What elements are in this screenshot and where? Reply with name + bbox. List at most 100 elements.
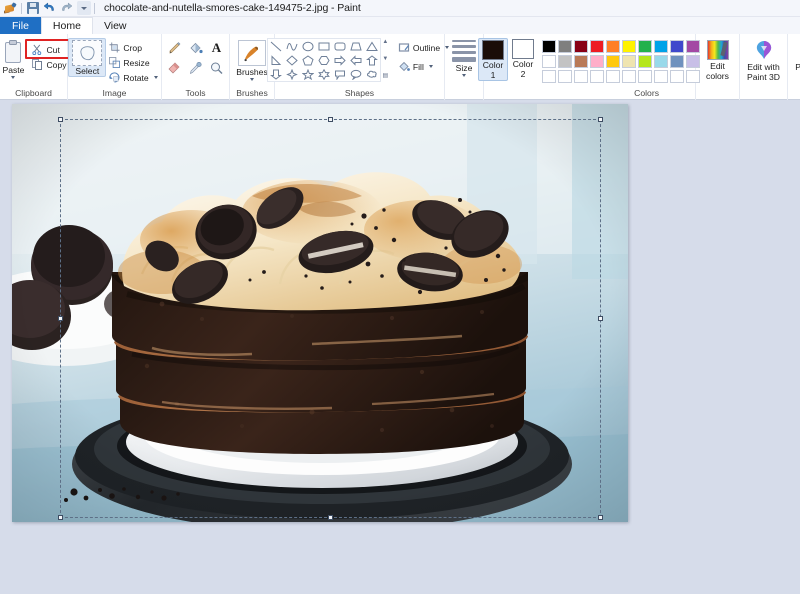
copy-button[interactable]: Copy [29, 57, 69, 72]
palette-swatch-r3-c3[interactable] [574, 70, 588, 83]
tab-home[interactable]: Home [40, 17, 93, 34]
shape-up-arrow[interactable] [364, 53, 380, 67]
select-button[interactable]: Select [68, 38, 107, 77]
fill-with-color-tool[interactable] [185, 38, 206, 58]
pencil-tool[interactable] [164, 38, 185, 58]
shapes-expand-icon[interactable]: ▤ [383, 73, 389, 79]
cut-button[interactable]: Cut [29, 42, 69, 57]
palette-swatch-r1-c4[interactable] [590, 40, 604, 53]
pencil-icon [169, 41, 181, 53]
tab-view[interactable]: View [93, 17, 138, 34]
tab-file[interactable]: File [0, 17, 41, 34]
palette-swatch-r2-c4[interactable] [590, 55, 604, 68]
color2-swatch [512, 39, 534, 59]
image-canvas[interactable] [12, 104, 628, 522]
size-button[interactable]: Size [447, 38, 481, 77]
shape-oval[interactable] [300, 39, 316, 53]
rotate-button[interactable]: Rotate [106, 70, 160, 85]
ribbon-tabs: File Home View [0, 17, 800, 34]
shape-hexagon[interactable] [316, 53, 332, 67]
text-tool[interactable]: A [206, 38, 227, 58]
palette-swatch-r1-c2[interactable] [558, 40, 572, 53]
toolbar-divider [21, 2, 22, 14]
palette-swatch-r2-c1[interactable] [542, 55, 556, 68]
edit-colors-button[interactable]: Edit colors [698, 38, 738, 81]
palette-swatch-r3-c9[interactable] [670, 70, 684, 83]
size-caret-icon[interactable] [462, 74, 466, 77]
color-picker-tool[interactable] [185, 58, 206, 78]
paste-button[interactable]: Paste [0, 38, 29, 79]
shape-rounded-rectangle[interactable] [332, 39, 348, 53]
palette-swatch-r2-c7[interactable] [638, 55, 652, 68]
palette-swatch-r1-c1[interactable] [542, 40, 556, 53]
palette-swatch-r3-c2[interactable] [558, 70, 572, 83]
paint-app-icon[interactable] [2, 0, 19, 16]
shape-rounded-rectangular-callout[interactable] [332, 67, 348, 81]
shape-polygon[interactable] [348, 39, 364, 53]
shape-five-point-star[interactable] [300, 67, 316, 81]
fill-caret-icon[interactable] [428, 65, 433, 68]
fill-button[interactable]: Fill [395, 59, 452, 74]
palette-swatch-r3-c5[interactable] [606, 70, 620, 83]
edit-with-paint3d-button[interactable]: Edit with Paint 3D [741, 38, 787, 82]
shape-oval-callout[interactable] [348, 67, 364, 81]
palette-swatch-r1-c5[interactable] [606, 40, 620, 53]
shapes-scroll-up-icon[interactable]: ▲ [382, 39, 388, 45]
resize-button[interactable]: Resize [106, 55, 160, 70]
palette-swatch-r3-c1[interactable] [542, 70, 556, 83]
palette-swatch-r2-c6[interactable] [622, 55, 636, 68]
shape-triangle[interactable] [364, 39, 380, 53]
rotate-caret-icon[interactable] [153, 76, 158, 79]
redo-icon[interactable] [58, 0, 75, 16]
palette-swatch-r2-c2[interactable] [558, 55, 572, 68]
palette-swatch-r1-c8[interactable] [654, 40, 668, 53]
shape-six-point-star[interactable] [316, 67, 332, 81]
palette-swatch-r2-c3[interactable] [574, 55, 588, 68]
size-label: Size [455, 63, 473, 73]
brushes-label: Brushes [236, 67, 268, 77]
brushes-caret-icon[interactable] [250, 78, 254, 81]
product-alert-button[interactable]: i Product alert [790, 38, 800, 82]
shapes-scrollbar[interactable]: ▲ ▼ ▤ [381, 38, 390, 80]
palette-swatch-r2-c9[interactable] [670, 55, 684, 68]
shape-cloud-callout[interactable] [364, 67, 380, 81]
undo-icon[interactable] [41, 0, 58, 16]
shapes-scroll-down-icon[interactable]: ▼ [382, 56, 388, 62]
group-label-tools: Tools [185, 88, 206, 98]
magnifier-tool[interactable] [206, 58, 227, 78]
customize-quick-access-toolbar-icon[interactable] [75, 0, 92, 16]
palette-swatch-r1-c3[interactable] [574, 40, 588, 53]
shape-four-point-star[interactable] [284, 67, 300, 81]
paint3d-label-line1: Edit with [747, 62, 780, 72]
palette-swatch-r1-c7[interactable] [638, 40, 652, 53]
color1-button[interactable]: Color 1 [478, 38, 508, 81]
palette-swatch-r1-c9[interactable] [670, 40, 684, 53]
palette-swatch-r3-c6[interactable] [622, 70, 636, 83]
color-palette[interactable] [542, 40, 701, 84]
save-icon[interactable] [24, 0, 41, 16]
palette-swatch-r3-c4[interactable] [590, 70, 604, 83]
crop-button[interactable]: Crop [106, 40, 160, 55]
color2-button[interactable]: Color 2 [508, 38, 538, 79]
outline-button[interactable]: Outline [395, 40, 452, 55]
group-label-shapes: Shapes [344, 88, 375, 98]
shape-pentagon[interactable] [300, 53, 316, 67]
palette-swatch-r1-c6[interactable] [622, 40, 636, 53]
ribbon-group-shapes: ▲ ▼ ▤ Outline Fill Shapes [266, 34, 450, 100]
shapes-gallery[interactable] [266, 38, 381, 82]
shape-down-arrow[interactable] [268, 67, 284, 81]
eraser-tool[interactable] [164, 58, 185, 78]
shape-line[interactable] [268, 39, 284, 53]
paste-caret-icon[interactable] [11, 76, 16, 79]
ribbon-group-product-alert: i Product alert [788, 34, 800, 100]
shape-rectangle[interactable] [316, 39, 332, 53]
palette-swatch-r2-c5[interactable] [606, 55, 620, 68]
palette-swatch-r2-c8[interactable] [654, 55, 668, 68]
shape-right-arrow[interactable] [332, 53, 348, 67]
shape-curve[interactable] [284, 39, 300, 53]
palette-swatch-r3-c8[interactable] [654, 70, 668, 83]
shape-left-arrow[interactable] [348, 53, 364, 67]
shape-right-triangle[interactable] [268, 53, 284, 67]
palette-swatch-r3-c7[interactable] [638, 70, 652, 83]
shape-diamond[interactable] [284, 53, 300, 67]
